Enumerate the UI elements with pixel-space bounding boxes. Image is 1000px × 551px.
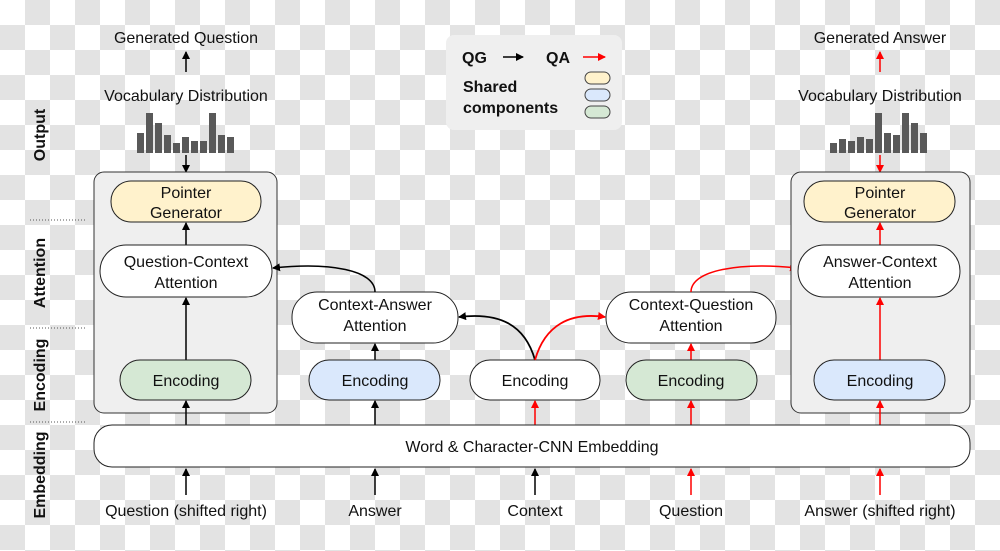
histogram-bar xyxy=(839,139,846,153)
histogram-bar xyxy=(218,135,225,153)
context-encoding-text: Encoding xyxy=(502,373,569,390)
legend-shared-1: Shared xyxy=(463,79,517,96)
cq-attention-text-2: Attention xyxy=(659,318,722,335)
histogram-bar xyxy=(155,123,162,153)
input-question: Question xyxy=(659,503,723,520)
context-to-ca-arrow xyxy=(458,312,536,361)
qa-vocab-label: Vocabulary Distribution xyxy=(798,88,962,105)
qa-pointer-text-2: Generator xyxy=(844,205,917,222)
qa-pointer-text-1: Pointer xyxy=(855,185,906,202)
histogram-bar xyxy=(884,133,891,153)
histogram-bar xyxy=(191,141,198,153)
label-output: Output xyxy=(32,108,49,161)
histogram-bar xyxy=(902,113,909,153)
histogram-bar xyxy=(137,133,144,153)
qg-pointer-text-2: Generator xyxy=(150,205,223,222)
histogram-bar xyxy=(164,135,171,153)
qc-attention-text-1: Question-Context xyxy=(124,254,249,271)
histogram-bar xyxy=(182,137,189,153)
histogram-bar xyxy=(227,137,234,153)
histogram-bar xyxy=(866,139,873,153)
label-embedding: Embedding xyxy=(32,431,49,518)
legend-qa: QA xyxy=(546,50,570,67)
qc-attention-text-2: Attention xyxy=(154,275,217,292)
histogram-bar xyxy=(146,113,153,153)
ca-to-qc-arrow xyxy=(272,263,376,293)
qg-pointer-text-1: Pointer xyxy=(161,185,212,202)
qa-encoding-text: Encoding xyxy=(847,373,914,390)
ac-attention-text-1: Answer-Context xyxy=(823,254,937,271)
embedding-text: Word & Character-CNN Embedding xyxy=(405,439,658,456)
inputs: Question (shifted right) Answer Context … xyxy=(105,468,956,520)
legend-shared-2: components xyxy=(463,100,558,117)
qg-vocab-label: Vocabulary Distribution xyxy=(104,88,268,105)
input-question-shifted: Question (shifted right) xyxy=(105,503,267,520)
qa-output-label: Generated Answer xyxy=(814,30,947,47)
histogram-bar xyxy=(200,141,207,153)
histogram-bar xyxy=(893,135,900,153)
histogram-bar xyxy=(857,137,864,153)
histogram-bar xyxy=(830,143,837,153)
legend-swatch-blue xyxy=(584,88,611,102)
cq-to-ac-arrow xyxy=(690,263,798,293)
side-labels: Output Attention Encoding Embedding xyxy=(30,108,85,519)
qg-output-label: Generated Question xyxy=(114,30,258,47)
ca-attention-text-1: Context-Answer xyxy=(318,297,432,314)
legend-swatch-green xyxy=(584,105,611,119)
qg-branch: Generated Question Vocabulary Distributi… xyxy=(93,30,278,425)
label-attention: Attention xyxy=(32,238,49,308)
histogram-bar xyxy=(911,123,918,153)
input-answer: Answer xyxy=(348,503,402,520)
qa-vocab-histogram xyxy=(830,113,927,153)
input-context: Context xyxy=(507,503,563,520)
input-answer-shifted: Answer (shifted right) xyxy=(804,503,955,520)
answer-encoding-text: Encoding xyxy=(342,373,409,390)
histogram-bar xyxy=(920,133,927,153)
legend-swatch-yellow xyxy=(584,71,611,85)
legend-qg: QG xyxy=(462,50,487,67)
histogram-bar xyxy=(173,143,180,153)
qg-encoding-text: Encoding xyxy=(153,373,220,390)
ca-attention-text-2: Attention xyxy=(343,318,406,335)
qa-branch: Generated Answer Vocabulary Distribution… xyxy=(790,30,971,425)
architecture-diagram: Output Attention Encoding Embedding QG Q… xyxy=(30,30,971,520)
middle-components: Context-Answer Attention Encoding Encodi… xyxy=(272,263,798,425)
histogram-bar xyxy=(848,141,855,153)
histogram-bar xyxy=(875,113,882,153)
cq-attention-text-1: Context-Question xyxy=(629,297,754,314)
ac-attention-text-2: Attention xyxy=(848,275,911,292)
label-encoding: Encoding xyxy=(32,339,49,412)
qg-vocab-histogram xyxy=(137,113,234,153)
histogram-bar xyxy=(209,113,216,153)
legend: QG QA Shared components xyxy=(446,35,622,130)
question-encoding-text: Encoding xyxy=(658,373,725,390)
context-to-cq-arrow xyxy=(534,312,606,361)
